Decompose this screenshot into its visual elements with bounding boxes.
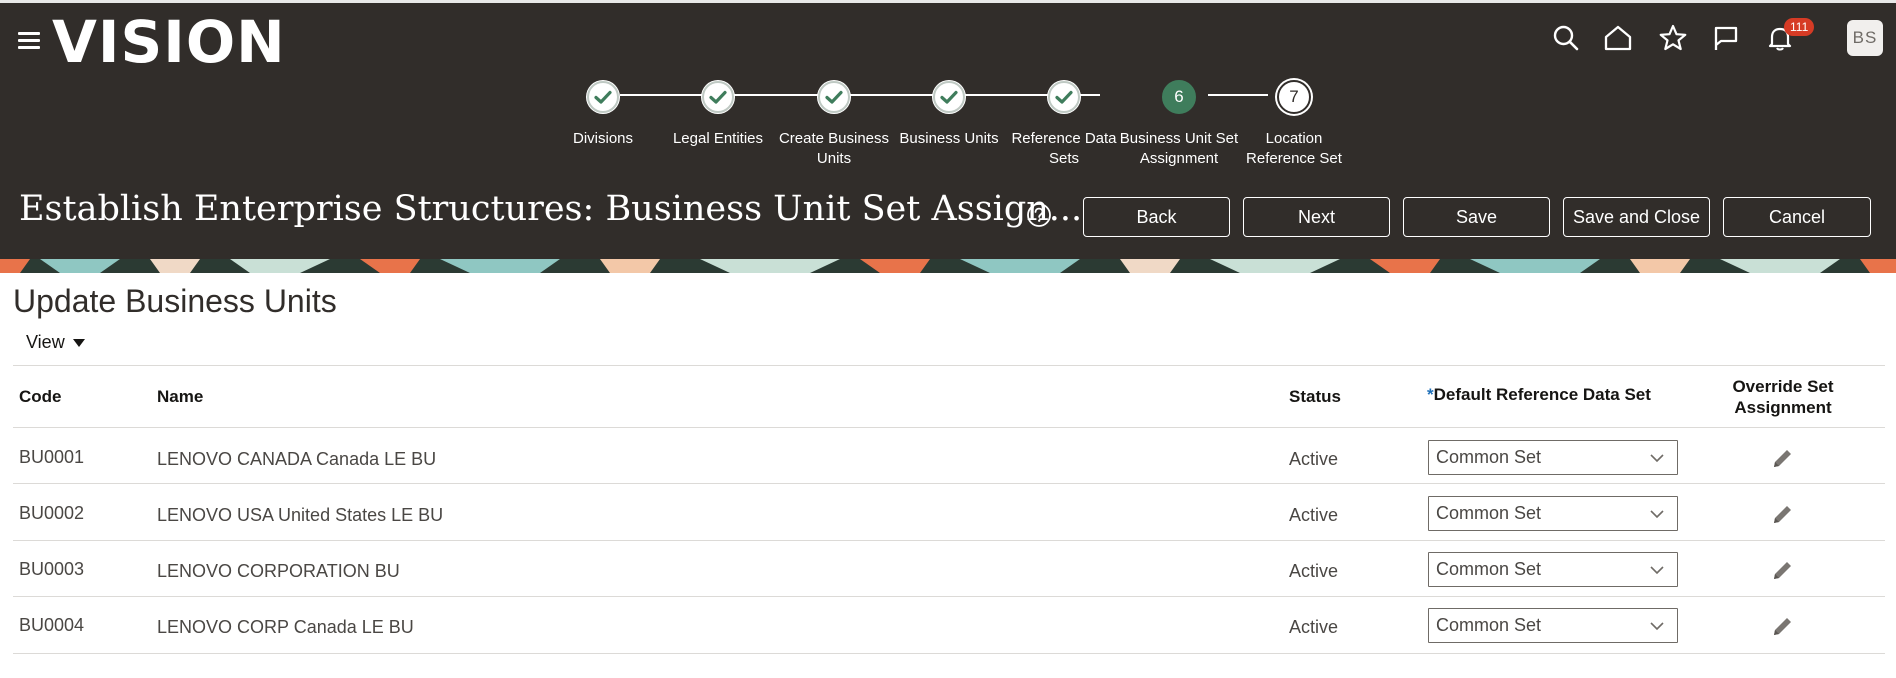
row-code: BU0001 [19,447,85,467]
chevron-down-icon [1650,454,1664,463]
select-value: Common Set [1436,447,1542,467]
table-top-border [13,365,1885,366]
chevron-down-icon [1650,510,1664,519]
row-status: Active [1289,561,1339,581]
back-button[interactable]: Back [1083,197,1230,237]
process-train: 6 7 Divisions Legal Entities Create Busi… [0,3,1896,183]
save-and-close-button[interactable]: Save and Close [1563,197,1710,237]
row-name: LENOVO CORPORATION BU [157,561,400,581]
caret-down-icon [72,338,85,347]
chevron-down-icon [1650,566,1664,575]
train-line-completed [620,94,1100,96]
decorative-banner [0,259,1896,273]
train-label-create-business-units: Create Business Units [778,130,890,167]
train-stop-divisions[interactable] [586,80,620,114]
help-icon[interactable] [1026,202,1052,228]
row-divider [13,483,1885,484]
check-icon [818,81,850,113]
train-stop-business-unit-set-assignment[interactable]: 6 [1162,80,1196,114]
train-label-legal-entities: Legal Entities [672,130,764,147]
train-label-business-unit-set-assignment: Business Unit Set Assignment [1119,130,1239,167]
check-icon [933,81,965,113]
pencil-icon[interactable] [1770,501,1796,527]
pencil-icon[interactable] [1770,613,1796,639]
column-header-override-set-assignment[interactable]: Override Set Assignment [1723,376,1843,418]
row-name: LENOVO USA United States LE BU [157,505,444,525]
train-label-divisions: Divisions [572,130,633,147]
row-divider [13,596,1885,597]
row-status: Active [1289,617,1339,637]
train-label-business-units: Business Units [899,130,999,147]
train-stop-legal-entities[interactable] [701,80,735,114]
train-label-location-reference-set: Location Reference Set [1246,130,1342,167]
row-code: BU0004 [19,615,85,635]
chevron-down-icon [1650,622,1664,631]
select-value: Common Set [1436,615,1542,635]
pencil-icon[interactable] [1770,557,1796,583]
train-stop-create-business-units[interactable] [817,80,851,114]
next-button[interactable]: Next [1243,197,1390,237]
section-title: Update Business Units [13,283,337,319]
row-name: LENOVO CANADA Canada LE BU [157,449,437,469]
column-header-status[interactable]: Status [1289,387,1341,407]
row-status: Active [1289,505,1339,525]
train-stop-location-reference-set[interactable]: 7 [1277,80,1311,114]
row-divider [13,540,1885,541]
row-name: LENOVO CORP Canada LE BU [157,617,414,637]
train-stop-reference-data-sets[interactable] [1047,80,1081,114]
pencil-icon[interactable] [1770,445,1796,471]
check-icon [702,81,734,113]
table-bottom-border [13,653,1885,654]
check-icon [1048,81,1080,113]
global-header: VISION 111 BS 6 7 Divisions Legal Entiti… [0,3,1896,259]
cancel-button[interactable]: Cancel [1723,197,1871,237]
column-header-default-reference-data-set-label: Default Reference Data Set [1433,385,1651,404]
required-marker: * [1427,385,1434,404]
default-reference-data-set-select[interactable]: Common Set [1428,496,1678,531]
view-menu-label: View [26,332,65,352]
view-menu[interactable]: View [26,332,85,353]
train-line-pending [1208,94,1268,96]
default-reference-data-set-select[interactable]: Common Set [1428,440,1678,475]
column-header-default-reference-data-set[interactable]: *Default Reference Data Set [1427,385,1651,405]
train-stop-business-units[interactable] [932,80,966,114]
header-divider [13,427,1885,428]
default-reference-data-set-select[interactable]: Common Set [1428,608,1678,643]
select-value: Common Set [1436,559,1542,579]
page-title: Establish Enterprise Structures: Busines… [19,189,1083,229]
train-label-reference-data-sets: Reference Data Sets [1011,130,1117,167]
row-status: Active [1289,449,1339,469]
row-code: BU0002 [19,503,85,523]
column-header-name[interactable]: Name [157,387,203,407]
column-header-code[interactable]: Code [19,387,62,407]
select-value: Common Set [1436,503,1542,523]
check-icon [587,81,619,113]
row-code: BU0003 [19,559,85,579]
save-button[interactable]: Save [1403,197,1550,237]
default-reference-data-set-select[interactable]: Common Set [1428,552,1678,587]
